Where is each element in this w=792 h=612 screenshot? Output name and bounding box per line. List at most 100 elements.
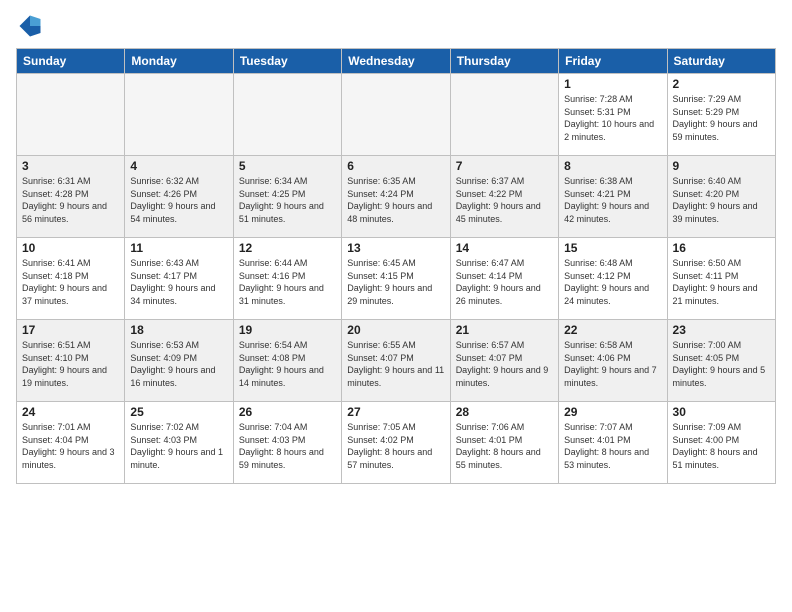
day-info: Sunrise: 6:44 AMSunset: 4:16 PMDaylight:… [239, 257, 336, 307]
day-number: 9 [673, 159, 770, 173]
calendar-cell: 17Sunrise: 6:51 AMSunset: 4:10 PMDayligh… [17, 320, 125, 402]
day-info: Sunrise: 7:06 AMSunset: 4:01 PMDaylight:… [456, 421, 553, 471]
calendar-cell [125, 74, 233, 156]
calendar-day-header: Wednesday [342, 49, 450, 74]
day-info: Sunrise: 6:48 AMSunset: 4:12 PMDaylight:… [564, 257, 661, 307]
day-info: Sunrise: 6:45 AMSunset: 4:15 PMDaylight:… [347, 257, 444, 307]
day-number: 19 [239, 323, 336, 337]
calendar-day-header: Sunday [17, 49, 125, 74]
calendar-cell: 19 Sunrise: 6:54 AMSunset: 4:08 PMDayligh… [233, 320, 341, 402]
calendar-week-row: 1Sunrise: 7:28 AMSunset: 5:31 PMDaylight… [17, 74, 776, 156]
day-info: Sunrise: 7:04 AMSunset: 4:03 PMDaylight:… [239, 421, 336, 471]
day-info: Sunrise: 7:05 AMSunset: 4:02 PMDaylight:… [347, 421, 444, 471]
day-info: Sunrise: 6:58 AMSunset: 4:06 PMDaylight:… [564, 339, 661, 389]
day-number: 6 [347, 159, 444, 173]
calendar-cell: 27 Sunrise: 7:05 AMSunset: 4:02 PMDayligh… [342, 402, 450, 484]
day-number: 29 [564, 405, 661, 419]
day-info: Sunrise: 7:00 AMSunset: 4:05 PMDaylight:… [673, 339, 770, 389]
day-info: Sunrise: 6:38 AMSunset: 4:21 PMDaylight:… [564, 175, 661, 225]
day-number: 7 [456, 159, 553, 173]
calendar-cell [17, 74, 125, 156]
day-number: 5 [239, 159, 336, 173]
calendar-day-header: Tuesday [233, 49, 341, 74]
page-container: SundayMondayTuesdayWednesdayThursdayFrid… [0, 0, 792, 612]
logo-icon [16, 12, 44, 40]
day-info: Sunrise: 6:31 AMSunset: 4:28 PMDaylight:… [22, 175, 119, 225]
day-info: Sunrise: 6:50 AMSunset: 4:11 PMDaylight:… [673, 257, 770, 307]
day-number: 14 [456, 241, 553, 255]
day-number: 24 [22, 405, 119, 419]
calendar-cell: 23Sunrise: 7:00 AMSunset: 4:05 PMDayligh… [667, 320, 775, 402]
day-info: Sunrise: 7:02 AMSunset: 4:03 PMDaylight:… [130, 421, 227, 471]
calendar-cell [450, 74, 558, 156]
calendar-week-row: 10 Sunrise: 6:41 AMSunset: 4:18 PMDayligh… [17, 238, 776, 320]
calendar-cell: 21 Sunrise: 6:57 AMSunset: 4:07 PMDayligh… [450, 320, 558, 402]
calendar-cell [342, 74, 450, 156]
calendar-day-header: Friday [559, 49, 667, 74]
calendar-cell: 8 Sunrise: 6:38 AMSunset: 4:21 PMDaylight… [559, 156, 667, 238]
day-info: Sunrise: 6:40 AMSunset: 4:20 PMDaylight:… [673, 175, 770, 225]
day-number: 28 [456, 405, 553, 419]
calendar-cell: 29 Sunrise: 7:07 AMSunset: 4:01 PMDayligh… [559, 402, 667, 484]
calendar-week-row: 3 Sunrise: 6:31 AMSunset: 4:28 PMDaylight… [17, 156, 776, 238]
calendar-cell: 30 Sunrise: 7:09 AMSunset: 4:00 PMDayligh… [667, 402, 775, 484]
calendar-cell: 26Sunrise: 7:04 AMSunset: 4:03 PMDayligh… [233, 402, 341, 484]
day-info: Sunrise: 7:09 AMSunset: 4:00 PMDaylight:… [673, 421, 770, 471]
day-info: Sunrise: 6:32 AMSunset: 4:26 PMDaylight:… [130, 175, 227, 225]
day-number: 17 [22, 323, 119, 337]
day-info: Sunrise: 7:07 AMSunset: 4:01 PMDaylight:… [564, 421, 661, 471]
day-info: Sunrise: 6:37 AMSunset: 4:22 PMDaylight:… [456, 175, 553, 225]
day-number: 4 [130, 159, 227, 173]
day-info: Sunrise: 6:54 AMSunset: 4:08 PMDaylight:… [239, 339, 336, 389]
calendar-week-row: 17Sunrise: 6:51 AMSunset: 4:10 PMDayligh… [17, 320, 776, 402]
calendar-cell: 15 Sunrise: 6:48 AMSunset: 4:12 PMDayligh… [559, 238, 667, 320]
calendar-cell: 13 Sunrise: 6:45 AMSunset: 4:15 PMDayligh… [342, 238, 450, 320]
day-number: 10 [22, 241, 119, 255]
day-number: 21 [456, 323, 553, 337]
day-number: 8 [564, 159, 661, 173]
day-number: 13 [347, 241, 444, 255]
day-info: Sunrise: 6:43 AMSunset: 4:17 PMDaylight:… [130, 257, 227, 307]
day-number: 22 [564, 323, 661, 337]
day-number: 12 [239, 241, 336, 255]
calendar-cell: 24 Sunrise: 7:01 AMSunset: 4:04 PMDayligh… [17, 402, 125, 484]
calendar-cell: 12 Sunrise: 6:44 AMSunset: 4:16 PMDayligh… [233, 238, 341, 320]
calendar-cell: 11 Sunrise: 6:43 AMSunset: 4:17 PMDayligh… [125, 238, 233, 320]
day-number: 1 [564, 77, 661, 91]
day-info: Sunrise: 7:29 AMSunset: 5:29 PMDaylight:… [673, 93, 770, 143]
calendar-week-row: 24 Sunrise: 7:01 AMSunset: 4:04 PMDayligh… [17, 402, 776, 484]
calendar-cell: 16 Sunrise: 6:50 AMSunset: 4:11 PMDayligh… [667, 238, 775, 320]
logo [16, 12, 48, 40]
calendar-cell: 20 Sunrise: 6:55 AMSunset: 4:07 PMDayligh… [342, 320, 450, 402]
calendar-cell: 6Sunrise: 6:35 AMSunset: 4:24 PMDaylight… [342, 156, 450, 238]
day-info: Sunrise: 6:41 AMSunset: 4:18 PMDaylight:… [22, 257, 119, 307]
calendar-cell: 1Sunrise: 7:28 AMSunset: 5:31 PMDaylight… [559, 74, 667, 156]
day-number: 3 [22, 159, 119, 173]
day-info: Sunrise: 6:57 AMSunset: 4:07 PMDaylight:… [456, 339, 553, 389]
day-info: Sunrise: 6:55 AMSunset: 4:07 PMDaylight:… [347, 339, 444, 389]
day-number: 30 [673, 405, 770, 419]
page-header [16, 12, 776, 40]
day-number: 2 [673, 77, 770, 91]
day-number: 18 [130, 323, 227, 337]
calendar-cell: 2 Sunrise: 7:29 AMSunset: 5:29 PMDaylight… [667, 74, 775, 156]
calendar-day-header: Thursday [450, 49, 558, 74]
calendar-cell [233, 74, 341, 156]
calendar-cell: 3 Sunrise: 6:31 AMSunset: 4:28 PMDaylight… [17, 156, 125, 238]
day-info: Sunrise: 7:01 AMSunset: 4:04 PMDaylight:… [22, 421, 119, 471]
calendar-cell: 14Sunrise: 6:47 AMSunset: 4:14 PMDayligh… [450, 238, 558, 320]
calendar-day-header: Monday [125, 49, 233, 74]
calendar-table: SundayMondayTuesdayWednesdayThursdayFrid… [16, 48, 776, 484]
calendar-cell: 7 Sunrise: 6:37 AMSunset: 4:22 PMDaylight… [450, 156, 558, 238]
day-number: 16 [673, 241, 770, 255]
day-number: 20 [347, 323, 444, 337]
calendar-cell: 18 Sunrise: 6:53 AMSunset: 4:09 PMDayligh… [125, 320, 233, 402]
calendar-cell: 22 Sunrise: 6:58 AMSunset: 4:06 PMDayligh… [559, 320, 667, 402]
calendar-cell: 9 Sunrise: 6:40 AMSunset: 4:20 PMDaylight… [667, 156, 775, 238]
day-number: 15 [564, 241, 661, 255]
calendar-cell: 25Sunrise: 7:02 AMSunset: 4:03 PMDayligh… [125, 402, 233, 484]
day-number: 27 [347, 405, 444, 419]
day-info: Sunrise: 6:53 AMSunset: 4:09 PMDaylight:… [130, 339, 227, 389]
day-info: Sunrise: 6:34 AMSunset: 4:25 PMDaylight:… [239, 175, 336, 225]
day-number: 11 [130, 241, 227, 255]
